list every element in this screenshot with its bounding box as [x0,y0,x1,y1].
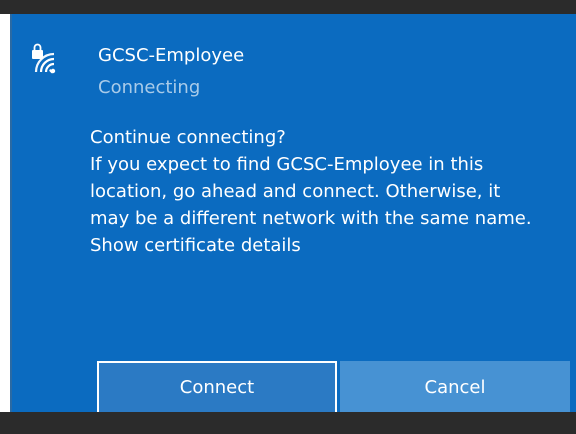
network-name: GCSC-Employee [98,45,245,66]
connect-button[interactable]: Connect [97,361,337,414]
screen: GCSC-Employee Connecting Continue connec… [0,0,576,434]
prompt-question: Continue connecting? [90,127,286,148]
window-top-bar [0,0,576,14]
prompt-message: If you expect to find GCSC-Employee in t… [90,154,532,229]
cancel-button[interactable]: Cancel [340,361,570,414]
connection-prompt: Continue connecting? If you expect to fi… [90,124,540,259]
window-bottom-bar [0,412,576,434]
network-header[interactable]: GCSC-Employee Connecting [30,36,550,98]
wifi-network-flyout: GCSC-Employee Connecting Continue connec… [10,14,576,414]
network-status: Connecting [98,77,201,98]
show-certificate-link[interactable]: Show certificate details [90,232,540,259]
wifi-secured-icon [32,43,56,74]
